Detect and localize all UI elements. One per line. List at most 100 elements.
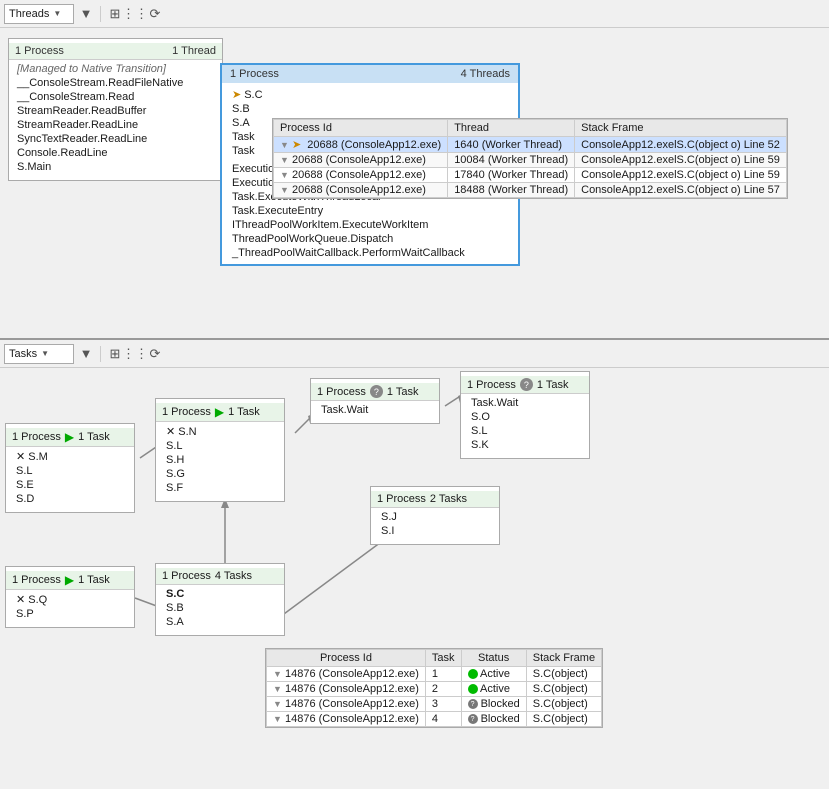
process-task-box: 1 Process 4 Tasks S.C S.B S.A [155,563,285,636]
table-row[interactable]: ▼ ➤ 20688 (ConsoleApp12.exe) 1640 (Worke… [274,137,787,153]
filter-icon[interactable]: ▼ [78,6,94,22]
threads-popup-process: 1 Process [230,68,279,80]
task-row-num: 4 [425,712,461,727]
expand-icon[interactable]: ▼ [280,185,289,195]
green-task-icon: ▶ [65,430,74,444]
task-row-process: ▼ 14876 (ConsoleApp12.exe) [267,712,426,727]
thread-row-frame: ConsoleApp12.exelS.C(object o) Line 57 [575,183,787,198]
task-item-sa: S.A [164,615,276,629]
green-task-icon-3: ▶ [65,573,74,587]
task-box-6: 1 Process ▶ 1 Task ✕ S.Q S.P [5,566,135,628]
tasks-col-frame: Stack Frame [526,650,601,667]
threads-panel: Threads ▼ ▼ ⊞ ⋮⋮ ⟳ 1 Process 1 Thread [M… [0,0,829,340]
task-box-4-header: 1 Process ? 1 Task [461,376,589,394]
tasks-view2-icon[interactable]: ⋮⋮ [127,346,143,362]
threads-stack-4: Task.ExecuteEntry [228,204,512,218]
tasks-view1-icon[interactable]: ⊞ [107,346,123,362]
process-task-body: S.C S.B S.A [156,585,284,631]
task-box-2: 1 Process ▶ 1 Task ✕ S.N S.L S.H S.G S.F [155,398,285,502]
tasks-col-task: Task [425,650,461,667]
thread-row-process: ▼ ➤ 20688 (ConsoleApp12.exe) [274,137,448,153]
task-item-sp: S.P [14,607,126,621]
thread-row-frame: ConsoleApp12.exelS.C(object o) Line 59 [575,168,787,183]
blocked-icon: ? [468,699,478,709]
thread-item-4: StreamReader.ReadLine [15,118,216,132]
thread-item-3: StreamReader.ReadBuffer [15,104,216,118]
table-row[interactable]: ▼ 14876 (ConsoleApp12.exe) 2 Active S.C(… [267,682,602,697]
tasks-panel: Tasks ▼ ▼ ⊞ ⋮⋮ ⟳ [0,340,829,789]
threads-left-process: 1 Process [15,45,64,57]
arrow-icon: ➤ [292,139,301,151]
task-box-3-tasks: 1 Task [387,386,419,398]
task-box-2-body: ✕ S.N S.L S.H S.G S.F [156,422,284,497]
process-task-header: 1 Process 4 Tasks [156,568,284,585]
thread-row-thread: 17840 (Worker Thread) [448,168,575,183]
table-row[interactable]: ▼ 20688 (ConsoleApp12.exe) 18488 (Worker… [274,183,787,198]
task-box-6-body: ✕ S.Q S.P [6,590,134,623]
threads-popup-sb: S.B [228,102,512,116]
tasks-view3-icon[interactable]: ⟳ [147,346,163,362]
q-task-icon: ? [370,385,383,398]
task-box-4-body: Task.Wait S.O S.L S.K [461,394,589,454]
table-row[interactable]: ▼ 20688 (ConsoleApp12.exe) 10084 (Worker… [274,153,787,168]
toolbar-separator [100,6,101,22]
task-row-process: ▼ 14876 (ConsoleApp12.exe) [267,682,426,697]
task-row-frame: S.C(object) [526,712,601,727]
tasks-dropdown[interactable]: Tasks ▼ [4,344,74,364]
thread-row-frame: ConsoleApp12.exelS.C(object o) Line 52 [575,137,787,153]
expand-icon[interactable]: ▼ [280,140,289,150]
expand-icon[interactable]: ▼ [273,699,282,709]
task-box-4-tasks: 1 Task [537,379,569,391]
tasks-table: Process Id Task Status Stack Frame ▼ 148… [265,648,603,728]
task-item-sl: S.L [14,464,126,478]
expand-icon[interactable]: ▼ [273,714,282,724]
task-box-6-process: 1 Process [12,574,61,586]
tasks-filter-icon[interactable]: ▼ [78,346,94,362]
task-box-3: 1 Process ? 1 Task Task.Wait [310,378,440,424]
task-row-num: 1 [425,667,461,682]
task-row-status: Active [461,667,526,682]
task-box-5-body: S.J S.I [371,508,499,540]
task-box-1-body: ✕ S.M S.L S.E S.D [6,447,134,508]
active-icon-2 [468,684,478,694]
threads-left-box-body: [Managed to Native Transition] __Console… [9,60,222,176]
expand-icon[interactable]: ▼ [280,170,289,180]
table-row[interactable]: ▼ 20688 (ConsoleApp12.exe) 17840 (Worker… [274,168,787,183]
thread-row-process: ▼ 20688 (ConsoleApp12.exe) [274,153,448,168]
thread-row-thread: 18488 (Worker Thread) [448,183,575,198]
tasks-toolbar: Tasks ▼ ▼ ⊞ ⋮⋮ ⟳ [0,340,829,368]
expand-icon[interactable]: ▼ [273,669,282,679]
thread-item-1: __ConsoleStream.ReadFileNative [15,76,216,90]
task-box-3-process: 1 Process [317,386,366,398]
task-item-sl3: S.L [469,424,581,438]
tasks-data-table: Process Id Task Status Stack Frame ▼ 148… [266,649,602,727]
table-row[interactable]: ▼ 14876 (ConsoleApp12.exe) 1 Active S.C(… [267,667,602,682]
table-row[interactable]: ▼ 14876 (ConsoleApp12.exe) 4 ? Blocked S… [267,712,602,727]
view2-icon[interactable]: ⋮⋮ [127,6,143,22]
threads-left-thread: 1 Thread [172,45,216,57]
threads-stack-6: ThreadPoolWorkQueue.Dispatch [228,232,512,246]
view3-icon[interactable]: ⟳ [147,6,163,22]
threads-popup-selected: ➤ S.C [228,87,512,102]
task-item-sg: S.G [164,467,276,481]
process-task-process: 1 Process [162,570,211,582]
task-item-xmark: ✕ S.M [14,449,126,464]
table-row[interactable]: ▼ 14876 (ConsoleApp12.exe) 3 ? Blocked S… [267,697,602,712]
thread-item-2: __ConsoleStream.Read [15,90,216,104]
threads-col-process: Process Id [274,120,448,137]
thread-row-process: ▼ 20688 (ConsoleApp12.exe) [274,183,448,198]
task-item-sq: ✕ S.Q [14,592,126,607]
q-task-icon-2: ? [520,378,533,391]
task-item-wait1: Task.Wait [319,403,431,417]
task-box-1: 1 Process ▶ 1 Task ✕ S.M S.L S.E S.D [5,423,135,513]
expand-icon[interactable]: ▼ [273,684,282,694]
expand-icon[interactable]: ▼ [280,155,289,165]
process-task-tasks: 4 Tasks [215,570,252,582]
threads-col-frame: Stack Frame [575,120,787,137]
threads-stack-7: _ThreadPoolWaitCallback.PerformWaitCallb… [228,246,512,260]
threads-popup-header: 1 Process 4 Threads [222,65,518,83]
threads-dropdown[interactable]: Threads ▼ [4,4,74,24]
view1-icon[interactable]: ⊞ [107,6,123,22]
task-item-sl2: S.L [164,439,276,453]
task-row-status: ? Blocked [461,712,526,727]
